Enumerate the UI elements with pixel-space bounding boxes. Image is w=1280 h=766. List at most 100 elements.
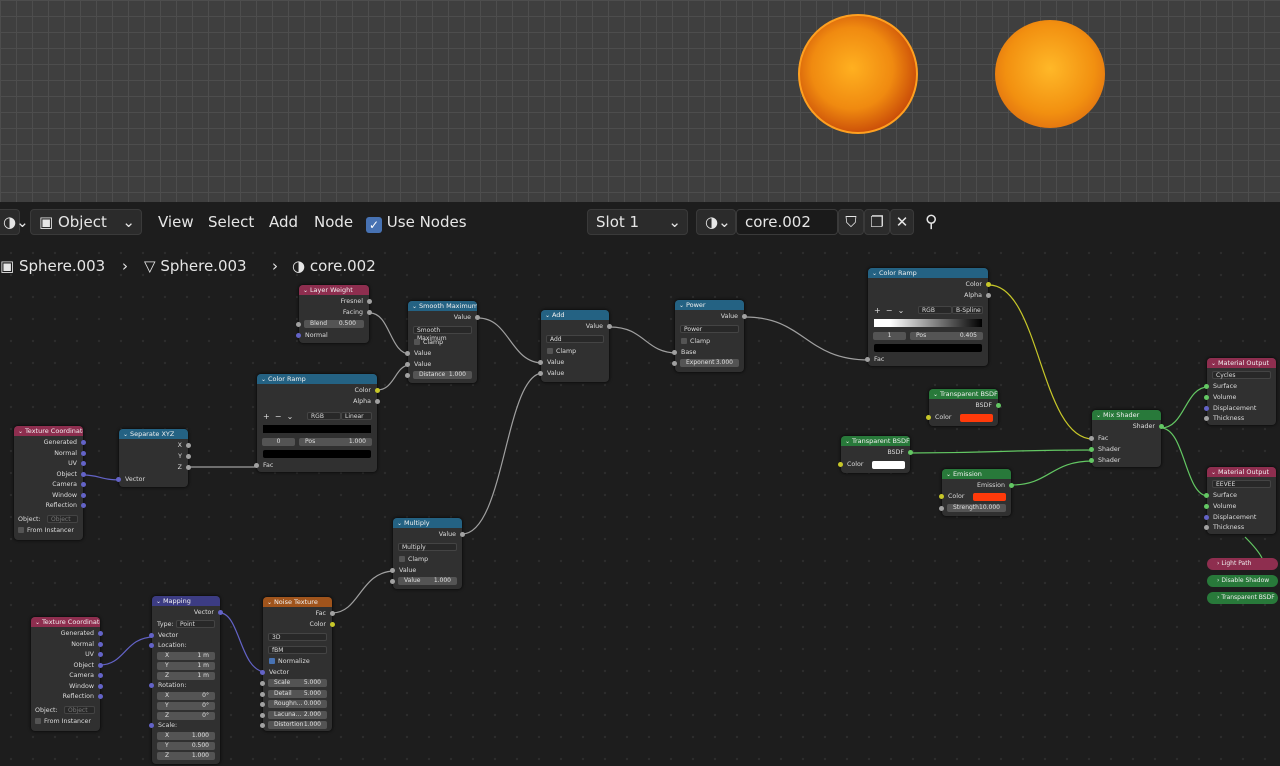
socket[interactable] [1204, 384, 1209, 389]
location-z-field[interactable]: Z1 m [157, 672, 215, 680]
socket[interactable] [538, 371, 543, 376]
socket[interactable] [405, 351, 410, 356]
object-field[interactable]: Object [47, 515, 78, 523]
from-instancer-checkbox[interactable]: From Instancer [35, 717, 91, 726]
render-target-dropdown[interactable]: Cycles [1212, 371, 1271, 379]
texture-coordinate-node[interactable]: Texture Coordinate Generated Normal UV O… [14, 426, 86, 540]
color-ramp-node[interactable]: Color Ramp Color Alpha + − ⌄ RGB B-Splin… [865, 268, 991, 366]
object-field[interactable]: Object [64, 706, 95, 714]
socket[interactable] [996, 403, 1001, 408]
socket[interactable] [1204, 395, 1209, 400]
socket[interactable] [742, 314, 747, 319]
socket[interactable] [81, 492, 86, 498]
rotation-z-field[interactable]: Z 0° [157, 712, 215, 720]
separate-xyz-node[interactable]: Separate XYZ X Y Z Vector [116, 429, 191, 487]
socket[interactable] [260, 712, 265, 718]
color-swatch[interactable] [973, 493, 1006, 501]
socket[interactable] [98, 662, 103, 668]
socket[interactable] [149, 643, 154, 648]
socket[interactable] [186, 443, 191, 448]
socket[interactable] [908, 450, 913, 455]
socket[interactable] [405, 362, 410, 367]
socket[interactable] [939, 494, 944, 499]
socket[interactable] [375, 399, 380, 404]
socket[interactable] [296, 322, 301, 327]
clamp-checkbox[interactable]: Clamp [414, 338, 443, 347]
socket[interactable] [218, 610, 223, 615]
socket[interactable] [538, 360, 543, 365]
socket[interactable] [1204, 493, 1209, 498]
menu-select[interactable]: Select [208, 209, 254, 235]
socket[interactable] [98, 683, 103, 689]
material-output-node[interactable]: Material Output EEVEE Surface Volume Dis… [1204, 467, 1276, 534]
socket[interactable] [260, 670, 265, 675]
fake-user-shield-icon[interactable]: ⛉ [838, 209, 864, 235]
ramp-add-remove-icons[interactable]: + − ⌄ [263, 412, 293, 421]
color-swatch[interactable] [960, 414, 993, 422]
stop-color-swatch[interactable] [874, 344, 982, 352]
socket[interactable] [116, 477, 121, 482]
socket[interactable] [1009, 483, 1014, 488]
socket[interactable] [149, 633, 154, 638]
socket[interactable] [81, 461, 86, 466]
clamp-checkbox[interactable]: Clamp [399, 555, 428, 564]
socket[interactable] [607, 324, 612, 329]
operation-dropdown[interactable]: Multiply [398, 543, 457, 551]
detail-field[interactable]: Detail 5.000 [268, 689, 327, 698]
socket[interactable] [330, 622, 335, 627]
material-name-field[interactable]: core.002 [736, 209, 838, 235]
clamp-checkbox[interactable]: Clamp [681, 337, 710, 346]
lacunarity-field[interactable]: Lacuna... 2.000 [268, 710, 327, 719]
disable-shadow-node-collapsed[interactable]: › Disable Shadow [1207, 575, 1278, 587]
socket[interactable] [367, 310, 372, 315]
type-dropdown[interactable]: Point [176, 620, 215, 628]
socket[interactable] [672, 361, 677, 366]
normalize-checkbox[interactable]: Normalize [269, 657, 310, 666]
stop-index-field[interactable]: 1 [873, 332, 906, 340]
socket[interactable] [254, 463, 259, 468]
transparent-bsdf-node[interactable]: Transparent BSDF BSDF Color [838, 436, 913, 473]
stop-color-swatch[interactable] [263, 450, 371, 458]
socket[interactable] [1089, 447, 1094, 452]
socket[interactable] [1204, 504, 1209, 509]
socket[interactable] [98, 641, 103, 647]
socket[interactable] [260, 702, 265, 707]
socket[interactable] [1204, 416, 1209, 421]
socket[interactable] [149, 723, 154, 728]
socket[interactable] [986, 293, 991, 298]
slot-dropdown[interactable]: Slot 1 ⌄ [587, 209, 688, 235]
socket[interactable] [1204, 405, 1209, 411]
socket[interactable] [98, 631, 103, 636]
material-output-node[interactable]: Material Output Cycles Surface Volume Di… [1204, 358, 1276, 425]
exponent-field[interactable]: Exponent 3.000 [680, 359, 739, 367]
socket[interactable] [260, 723, 265, 728]
scale-field[interactable]: Scale 5.000 [268, 679, 327, 687]
smooth-maximum-node[interactable]: Smooth Maximum Value Smooth Maximum Clam… [405, 301, 480, 383]
socket[interactable] [390, 568, 395, 573]
3d-viewport[interactable] [0, 0, 1280, 202]
duplicate-material-icon[interactable]: ❐ [864, 209, 890, 235]
socket[interactable] [390, 579, 395, 584]
socket[interactable] [81, 440, 86, 445]
interpolation-dropdown[interactable]: Linear [341, 412, 372, 420]
menu-add[interactable]: Add [269, 209, 298, 235]
add-node[interactable]: Add Value Add Clamp Value Value [538, 310, 612, 382]
noise-type-dropdown[interactable]: fBM [268, 646, 327, 654]
socket[interactable] [186, 465, 191, 470]
color-swatch[interactable] [872, 461, 905, 469]
position-field[interactable]: Pos 0.405 [910, 332, 983, 340]
socket[interactable] [1204, 525, 1209, 530]
transparent-bsdf-node[interactable]: Transparent BSDF BSDF Color [926, 389, 1001, 426]
transparent-bsdf-node-collapsed[interactable]: › Transparent BSDF [1207, 592, 1278, 604]
emission-node[interactable]: Emission Emission Color Strength10.000 [939, 469, 1014, 516]
socket[interactable] [81, 471, 86, 477]
socket[interactable] [926, 415, 931, 420]
socket[interactable] [296, 333, 301, 338]
socket[interactable] [672, 350, 677, 355]
render-target-dropdown[interactable]: EEVEE [1212, 480, 1271, 488]
color-mode-dropdown[interactable]: RGB [307, 412, 341, 420]
socket[interactable] [1159, 424, 1164, 429]
ramp-gradient[interactable] [263, 425, 371, 433]
sphere-selected[interactable] [798, 14, 918, 134]
scale-z-field[interactable]: Z 1.000 [157, 752, 215, 760]
